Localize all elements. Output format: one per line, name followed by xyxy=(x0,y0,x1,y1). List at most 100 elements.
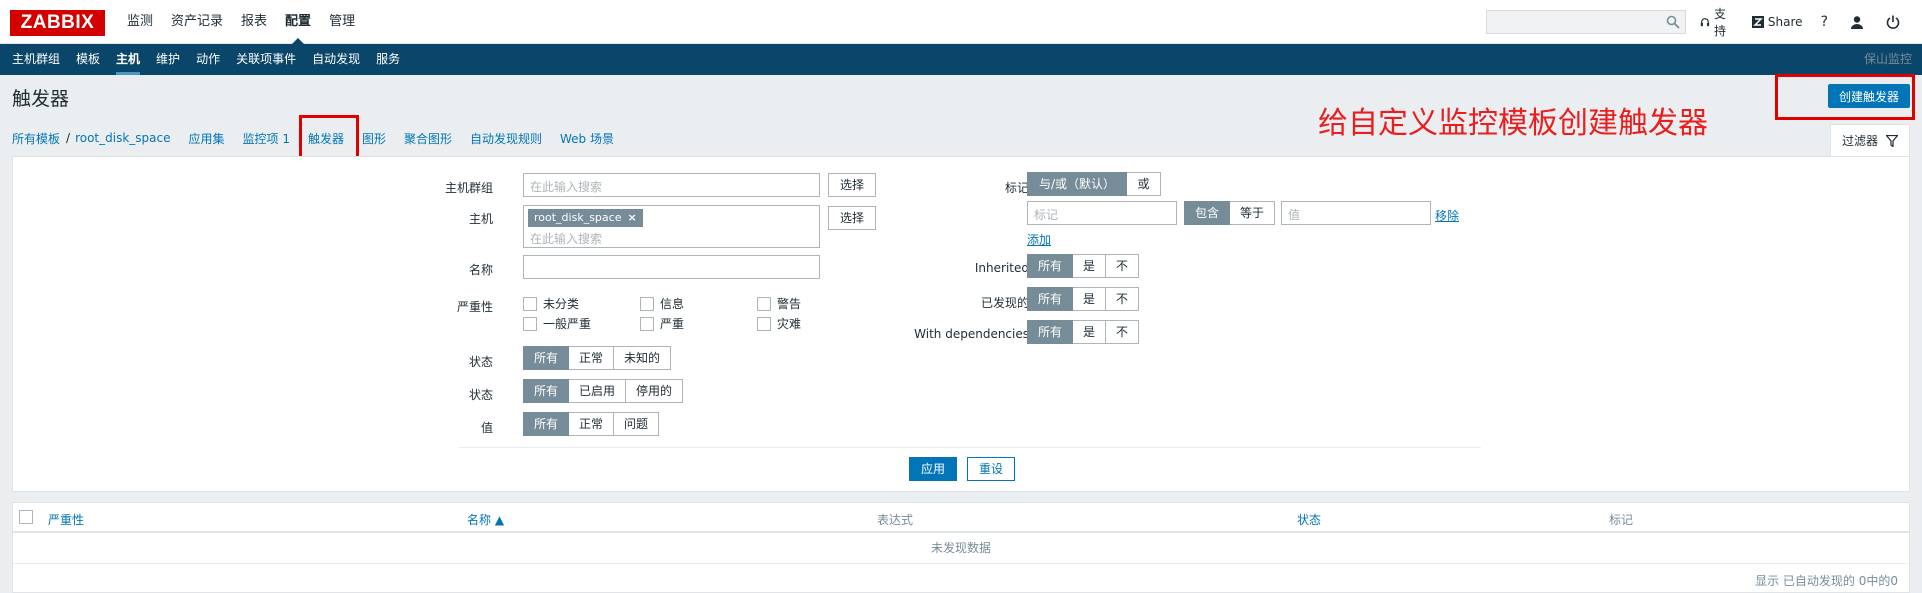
severity-disaster[interactable]: 灾难 xyxy=(757,315,801,332)
inherited-yes[interactable]: 是 xyxy=(1073,254,1107,278)
triggers-table: 严重性 名称 ▲ 表达式 状态 标记 未发现数据 xyxy=(12,502,1910,593)
col-severity[interactable]: 严重性 xyxy=(48,511,84,528)
state-normal[interactable]: 正常 xyxy=(569,346,615,370)
nav-inventory[interactable]: 资产记录 xyxy=(162,0,232,44)
value-problem[interactable]: 问题 xyxy=(614,412,660,436)
inherited-all[interactable]: 所有 xyxy=(1027,254,1074,278)
subnav-templates[interactable]: 模板 xyxy=(68,44,108,75)
value-label: 值 xyxy=(480,421,493,435)
name-input[interactable] xyxy=(523,255,820,279)
tab-items[interactable]: 监控项 1 xyxy=(243,130,290,147)
tag-name-input[interactable]: 标记 xyxy=(1027,201,1177,225)
dependencies-segment: 所有 是 不 xyxy=(1027,320,1140,344)
subnav-maintenance[interactable]: 维护 xyxy=(148,44,188,75)
col-status[interactable]: 状态 xyxy=(1297,511,1321,528)
host-tag[interactable]: root_disk_space × xyxy=(528,209,643,227)
support-link[interactable]: 支持 xyxy=(1700,5,1734,39)
nav-configuration[interactable]: 配置 xyxy=(276,0,320,44)
annotation-highlight-triggers-tab xyxy=(299,115,359,160)
crumb-template[interactable]: root_disk_space xyxy=(75,131,170,145)
tags-mode-or[interactable]: 或 xyxy=(1127,172,1161,196)
subnav-host-groups[interactable]: 主机群组 xyxy=(4,44,68,75)
status-enabled[interactable]: 已启用 xyxy=(569,379,627,403)
subnav-actions[interactable]: 动作 xyxy=(188,44,228,75)
search-icon[interactable] xyxy=(1666,15,1680,29)
discovered-segment: 所有 是 不 xyxy=(1027,287,1140,311)
user-profile-icon[interactable] xyxy=(1850,15,1864,29)
host-select-button[interactable]: 选择 xyxy=(828,206,876,230)
nav-administration[interactable]: 管理 xyxy=(320,0,364,44)
checkbox[interactable] xyxy=(757,316,771,331)
help-icon[interactable]: ? xyxy=(1821,14,1828,30)
host-group-select-button[interactable]: 选择 xyxy=(828,173,876,197)
checkbox[interactable] xyxy=(640,316,654,331)
dependencies-no[interactable]: 不 xyxy=(1106,320,1140,344)
col-tags: 标记 xyxy=(1609,513,1634,527)
tag-operator-segment: 包含 等于 xyxy=(1184,201,1276,225)
tab-graphs[interactable]: 图形 xyxy=(362,130,386,147)
tab-screens[interactable]: 聚合图形 xyxy=(404,130,452,147)
discovered-no[interactable]: 不 xyxy=(1106,287,1140,311)
discovered-all[interactable]: 所有 xyxy=(1027,287,1074,311)
row-divider xyxy=(13,563,1909,564)
status-segment: 所有 已启用 停用的 xyxy=(523,379,684,403)
severity-label: 严重性 xyxy=(456,300,493,314)
nav-reports[interactable]: 报表 xyxy=(232,0,276,44)
severity-information[interactable]: 信息 xyxy=(640,295,684,312)
status-disabled[interactable]: 停用的 xyxy=(626,379,684,403)
dependencies-yes[interactable]: 是 xyxy=(1073,320,1107,344)
tag-op-equals[interactable]: 等于 xyxy=(1230,201,1276,225)
status-all[interactable]: 所有 xyxy=(523,379,570,403)
filter-toggle[interactable]: 过滤器 xyxy=(1830,124,1910,156)
value-segment: 所有 正常 问题 xyxy=(523,412,660,436)
severity-average[interactable]: 一般严重 xyxy=(523,315,591,332)
share-link[interactable]: Share xyxy=(1751,15,1803,29)
value-all[interactable]: 所有 xyxy=(523,412,570,436)
state-unknown[interactable]: 未知的 xyxy=(614,346,672,370)
host-multiselect[interactable]: root_disk_space × 在此输入搜索 xyxy=(523,205,820,248)
reset-button[interactable]: 重设 xyxy=(967,457,1015,481)
no-data-message: 未发现数据 xyxy=(930,541,991,555)
tab-web-scenarios[interactable]: Web 场景 xyxy=(560,130,614,147)
nav-monitoring[interactable]: 监测 xyxy=(118,0,162,44)
severity-warning[interactable]: 警告 xyxy=(757,295,801,312)
value-ok[interactable]: 正常 xyxy=(569,412,615,436)
inherited-no[interactable]: 不 xyxy=(1106,254,1140,278)
severity-high[interactable]: 严重 xyxy=(640,315,684,332)
create-trigger-button[interactable]: 创建触发器 xyxy=(1828,84,1910,108)
server-name: 保山监控 xyxy=(1863,52,1912,66)
subnav-discovery[interactable]: 自动发现 xyxy=(304,44,368,75)
state-all[interactable]: 所有 xyxy=(523,346,570,370)
tab-applications[interactable]: 应用集 xyxy=(188,130,224,147)
table-stats: 显示 已自动发现的 0中的0 xyxy=(1755,574,1898,588)
add-tag-link[interactable]: 添加 xyxy=(1027,231,1051,248)
global-search-input[interactable] xyxy=(1486,10,1686,34)
zabbix-logo[interactable]: ZABBIX xyxy=(10,10,105,36)
col-name[interactable]: 名称 ▲ xyxy=(467,511,504,528)
select-all-checkbox[interactable] xyxy=(19,510,33,524)
severity-not-classified[interactable]: 未分类 xyxy=(523,295,579,312)
crumb-all-templates[interactable]: 所有模板 xyxy=(12,130,60,147)
tags-mode-and-or[interactable]: 与/或（默认） xyxy=(1027,172,1127,196)
tag-op-contains[interactable]: 包含 xyxy=(1184,201,1231,225)
checkbox[interactable] xyxy=(757,296,771,311)
checkbox[interactable] xyxy=(523,316,537,331)
remove-tag-icon[interactable]: × xyxy=(627,209,636,227)
subnav-services[interactable]: 服务 xyxy=(368,44,408,75)
subnav-hosts[interactable]: 主机 xyxy=(108,44,148,75)
subnav-event-correlation[interactable]: 关联项事件 xyxy=(228,44,304,75)
remove-tag-link[interactable]: 移除 xyxy=(1435,207,1459,224)
discovered-yes[interactable]: 是 xyxy=(1073,287,1107,311)
support-label: 支持 xyxy=(1713,7,1726,38)
checkbox[interactable] xyxy=(640,296,654,311)
top-header: ZABBIX 监测 资产记录 报表 配置 管理 支持 Share ? xyxy=(0,0,1922,44)
checkbox[interactable] xyxy=(523,296,537,311)
tag-value-input[interactable]: 值 xyxy=(1281,201,1431,225)
signout-icon[interactable] xyxy=(1886,15,1900,29)
apply-button[interactable]: 应用 xyxy=(909,457,957,481)
host-group-input[interactable]: 在此输入搜索 xyxy=(523,173,820,197)
tab-discovery-rules[interactable]: 自动发现规则 xyxy=(470,130,542,147)
header-right: 支持 Share ? xyxy=(1700,0,1922,44)
dependencies-all[interactable]: 所有 xyxy=(1027,320,1074,344)
share-z-icon xyxy=(1751,16,1764,28)
